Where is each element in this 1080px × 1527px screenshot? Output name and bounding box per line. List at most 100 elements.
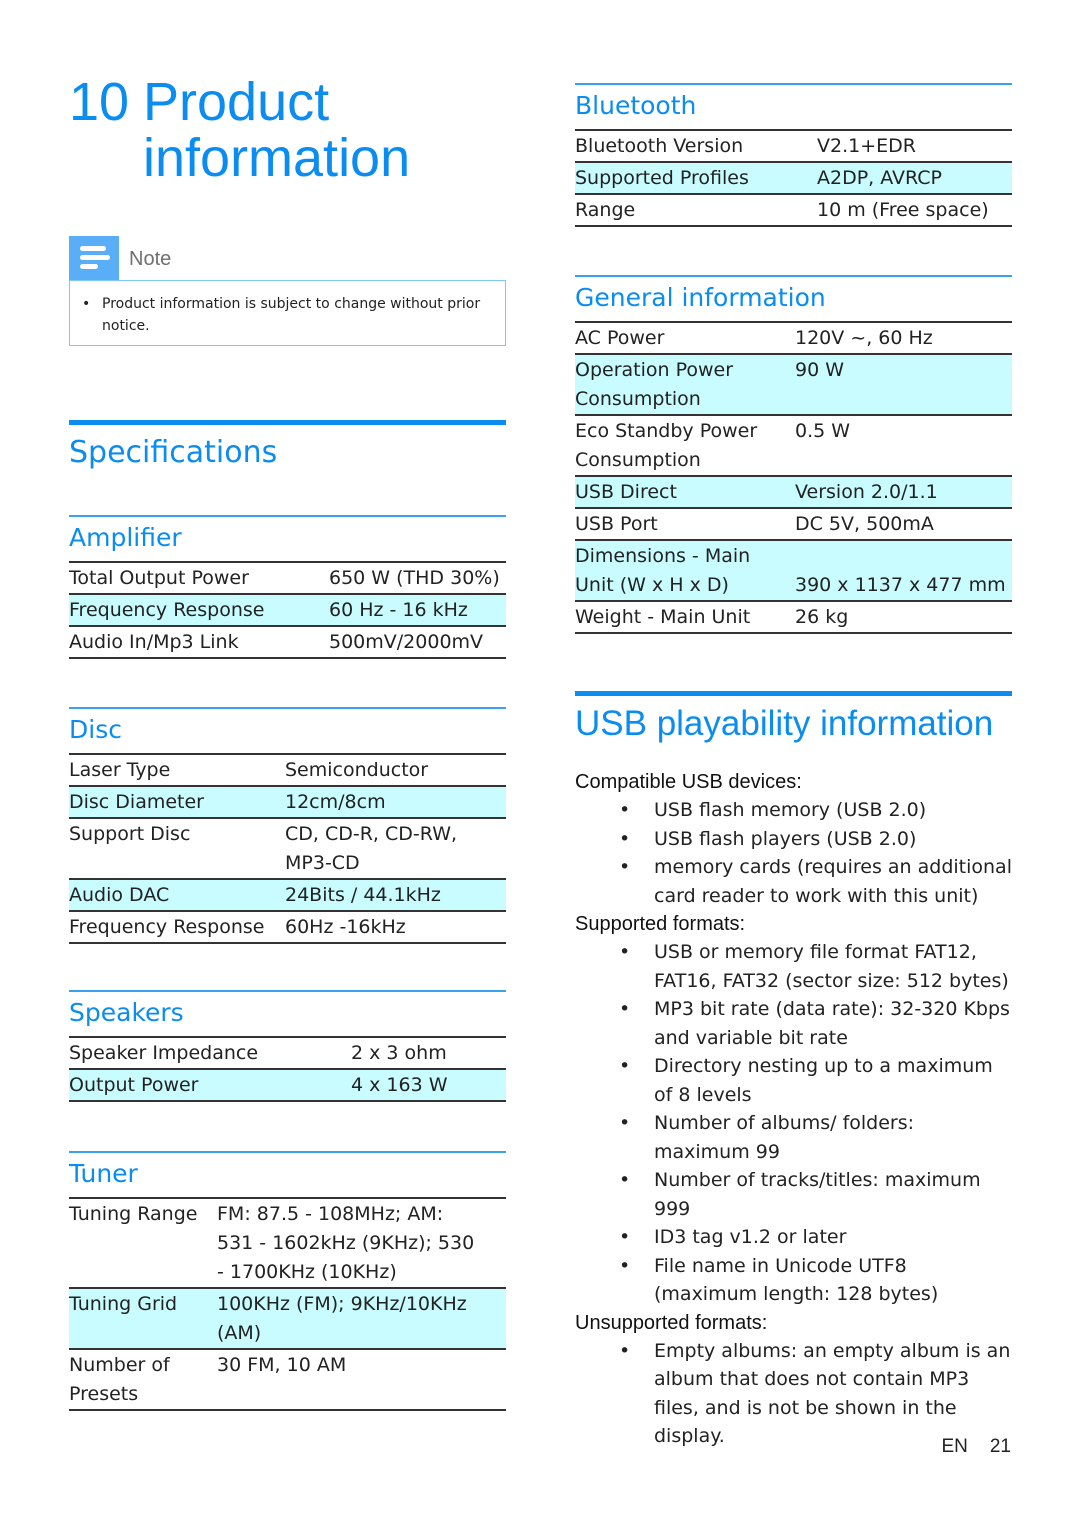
spec-value: 0.5 W <box>795 420 851 442</box>
amplifier-section: Amplifier Total Output Power 650 W (THD 3… <box>69 515 506 659</box>
bullet-icon: • <box>619 1169 631 1191</box>
usb-heading: USB playability information <box>575 691 1012 744</box>
unsupported-list: • Empty albums: an empty album is an albu… <box>575 1337 1012 1451</box>
spec-label: Range <box>575 199 636 221</box>
speakers-heading: Speakers <box>69 990 506 1036</box>
bullet-icon: • <box>82 296 91 312</box>
spec-value: 30 FM, 10 AM <box>217 1354 347 1376</box>
table-row: Number of Presets 30 FM, 10 AM <box>69 1349 506 1410</box>
table-row: Support Disc CD, CD-R, CD-RW, MP3-CD <box>69 818 506 879</box>
spec-label: Tuning Grid <box>69 1288 217 1349</box>
spec-label: Tuning Range <box>69 1203 198 1225</box>
spec-label: Eco Standby Power Consumption <box>575 420 758 471</box>
spec-value: 60Hz -16kHz <box>285 916 406 938</box>
table-row: USB Direct Version 2.0/1.1 <box>575 476 1012 508</box>
bullet-icon: • <box>619 1055 631 1077</box>
spec-value: CD, CD-R, CD-RW, MP3-CD <box>285 823 458 874</box>
spec-value: Version 2.0/1.1 <box>795 476 1012 508</box>
disc-table: Laser Type Semiconductor Disc Diameter 12c… <box>69 753 506 944</box>
list-item: • File name in Unicode UTF8 (maximum leng… <box>575 1252 1012 1309</box>
bullet-icon: • <box>619 1226 631 1248</box>
list-item: • USB or memory file format FAT12, FAT16,… <box>575 938 1012 995</box>
bullet-icon: • <box>619 1112 631 1134</box>
spec-value: 650 W (THD 30%) <box>329 567 500 589</box>
table-row: Weight - Main Unit 26 kg <box>575 601 1012 633</box>
supported-heading: Supported formats: <box>575 913 746 935</box>
spec-label: Total Output Power <box>69 567 249 589</box>
table-row: Frequency Response 60 Hz - 16 kHz <box>69 594 506 626</box>
spec-value: 60 Hz - 16 kHz <box>329 594 506 626</box>
amplifier-heading: Amplifier <box>69 515 506 561</box>
table-row: Tuning Grid 100KHz (FM); 9KHz/10KHz (AM) <box>69 1288 506 1349</box>
table-row: Dimensions - Main Unit (W x H x D) 390 x … <box>575 540 1012 601</box>
unsupported-heading: Unsupported formats: <box>575 1311 768 1334</box>
compatible-heading: Compatible USB devices: <box>575 771 802 793</box>
tuner-table: Tuning Range FM: 87.5 - 108MHz; AM: 531 -… <box>69 1197 506 1411</box>
spec-label: Bluetooth Version <box>575 135 744 157</box>
spec-label: Operation Power Consumption <box>575 354 795 415</box>
list-item: • Directory nesting up to a maximum of 8 … <box>575 1052 1012 1109</box>
bullet-icon: • <box>619 827 631 850</box>
specifications-heading: Specifications <box>69 420 506 470</box>
spec-label: USB Direct <box>575 476 795 508</box>
compatible-list: • USB flash memory (USB 2.0) • USB flash p… <box>575 796 1012 910</box>
table-row: Laser Type Semiconductor <box>69 754 506 786</box>
list-item: • USB flash memory (USB 2.0) <box>575 796 1012 825</box>
spec-label: Speaker Impedance <box>69 1042 259 1064</box>
table-row: Supported Profiles A2DP, AVRCP <box>575 162 1012 194</box>
page-number: 21 <box>989 1436 1011 1457</box>
spec-label: AC Power <box>575 327 665 349</box>
note-box: • Product information is subject to chan… <box>69 280 506 346</box>
spec-label: Number of Presets <box>69 1354 170 1405</box>
supported-list: • USB or memory file format FAT12, FAT16,… <box>575 938 1012 1309</box>
table-row: Frequency Response 60Hz -16kHz <box>69 911 506 943</box>
list-item: • Number of tracks/titles: maximum 999 <box>575 1166 1012 1223</box>
spec-value: 2 x 3 ohm <box>351 1042 447 1064</box>
spec-label: Output Power <box>69 1069 351 1101</box>
table-row: Eco Standby Power Consumption 0.5 W <box>575 415 1012 476</box>
note-text: Product information is subject to change… <box>102 296 481 334</box>
spec-label: Audio DAC <box>69 879 285 911</box>
table-row: Bluetooth Version V2.1+EDR <box>575 130 1012 162</box>
spec-label: Weight - Main Unit <box>575 606 751 628</box>
amplifier-table: Total Output Power 650 W (THD 30%) Freque… <box>69 561 506 659</box>
spec-label: USB Port <box>575 513 658 535</box>
table-row: Audio DAC 24Bits / 44.1kHz <box>69 879 506 911</box>
language-code: EN <box>941 1436 968 1457</box>
table-row: Disc Diameter 12cm/8cm <box>69 786 506 818</box>
list-item: • ID3 tag v1.2 or later <box>575 1223 1012 1252</box>
spec-label: Frequency Response <box>69 916 265 938</box>
speakers-section: Speakers Speaker Impedance 2 x 3 ohm Outp… <box>69 990 506 1102</box>
general-table: AC Power 120V ~, 60 Hz Operation Power Co… <box>575 321 1012 634</box>
disc-section: Disc Laser Type Semiconductor Disc Diamet… <box>69 707 506 944</box>
spec-value: 24Bits / 44.1kHz <box>285 879 506 911</box>
table-row: Tuning Range FM: 87.5 - 108MHz; AM: 531 -… <box>69 1198 506 1288</box>
bluetooth-table: Bluetooth Version V2.1+EDR Supported Prof… <box>575 129 1012 227</box>
bullet-icon: • <box>619 799 631 821</box>
usb-section: USB playability information Compatible U… <box>575 691 1012 1451</box>
chapter-title-line2: information <box>143 128 411 188</box>
note-label: Note <box>129 248 172 270</box>
spec-value: Semiconductor <box>285 759 429 781</box>
bluetooth-heading: Bluetooth <box>575 83 1012 129</box>
spec-value: 100KHz (FM); 9KHz/10KHz (AM) <box>217 1288 506 1349</box>
spec-value: 10 m (Free space) <box>817 199 989 221</box>
bullet-icon: • <box>619 1339 631 1362</box>
spec-value: 26 kg <box>795 606 849 628</box>
spec-value: DC 5V, 500mA <box>795 513 934 535</box>
spec-value: 390 x 1137 x 477 mm <box>795 540 1012 601</box>
spec-value: V2.1+EDR <box>817 135 916 157</box>
spec-value: 120V ~, 60 Hz <box>795 327 933 349</box>
table-row: AC Power 120V ~, 60 Hz <box>575 322 1012 354</box>
speakers-table: Speaker Impedance 2 x 3 ohm Output Power 4… <box>69 1036 506 1102</box>
chapter-number: 10 <box>69 72 130 132</box>
list-item: • Empty albums: an empty album is an albu… <box>575 1337 1012 1451</box>
spec-label: Dimensions - Main Unit (W x H x D) <box>575 540 795 601</box>
list-item: • memory cards (requires an additional ca… <box>575 853 1012 910</box>
spec-label: Laser Type <box>69 759 171 781</box>
chapter-title-line1: Product <box>143 72 330 132</box>
list-item: • USB flash players (USB 2.0) <box>575 825 1012 854</box>
bullet-icon: • <box>619 856 631 878</box>
spec-label: Supported Profiles <box>575 162 817 194</box>
table-row: USB Port DC 5V, 500mA <box>575 508 1012 540</box>
